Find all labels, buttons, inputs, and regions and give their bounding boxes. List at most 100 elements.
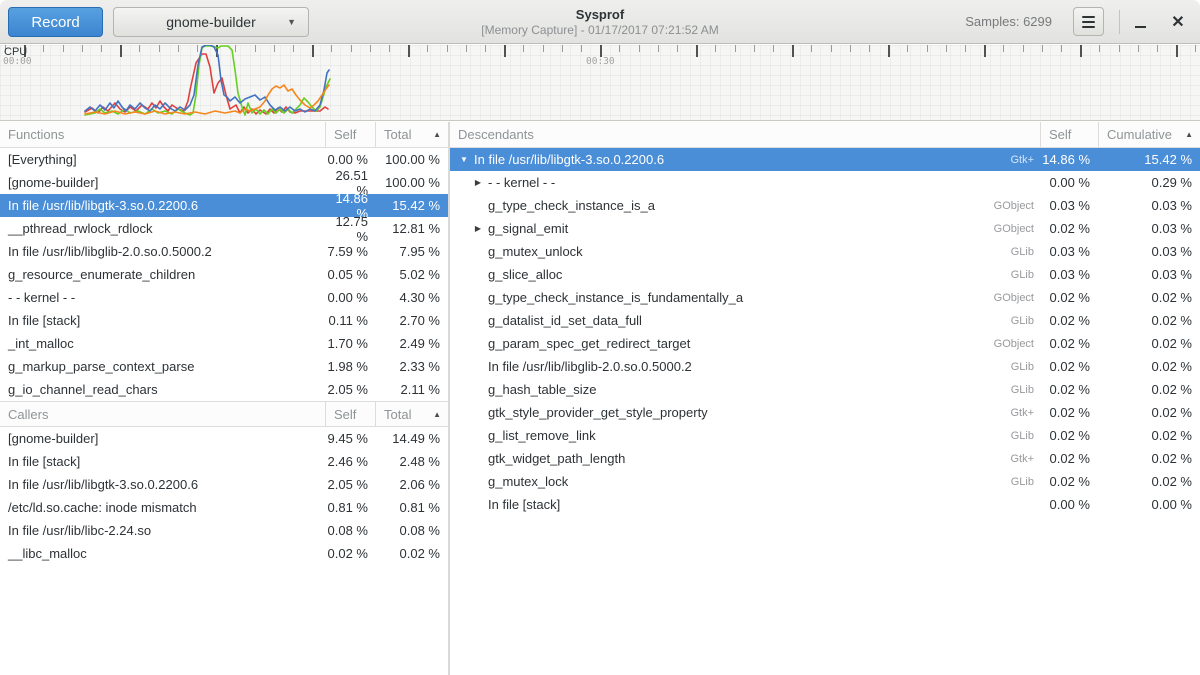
table-row[interactable]: In file /usr/lib/libc-2.24.so0.08 %0.08 … [0, 519, 448, 542]
table-row[interactable]: In file [stack]0.11 %2.70 % [0, 309, 448, 332]
tree-row[interactable]: g_list_remove_linkGLib0.02 %0.02 % [450, 424, 1200, 447]
tree-cell: g_list_remove_linkGLib [450, 428, 1040, 443]
callers-self-column-header[interactable]: Self [325, 401, 375, 427]
table-row[interactable]: __libc_malloc0.02 %0.02 % [0, 542, 448, 565]
tree-row[interactable]: g_hash_table_sizeGLib0.02 %0.02 % [450, 378, 1200, 401]
tree-row[interactable]: g_param_spec_get_redirect_targetGObject0… [450, 332, 1200, 355]
total-percent: 15.42 % [375, 198, 448, 213]
library-badge: GObject [994, 200, 1040, 212]
cumulative-percent: 0.02 % [1098, 451, 1200, 466]
library-badge: GObject [994, 292, 1040, 304]
cumulative-percent: 0.03 % [1098, 221, 1200, 236]
library-badge: GLib [1011, 361, 1040, 373]
descendant-name: g_slice_alloc [488, 267, 562, 282]
tree-row[interactable]: g_mutex_lockGLib0.02 %0.02 % [450, 470, 1200, 493]
tree-row[interactable]: g_type_check_instance_is_aGObject0.03 %0… [450, 194, 1200, 217]
table-row[interactable]: In file /usr/lib/libgtk-3.so.0.2200.614.… [0, 194, 448, 217]
table-row[interactable]: In file /usr/lib/libgtk-3.so.0.2200.62.0… [0, 473, 448, 496]
tree-row[interactable]: g_datalist_id_set_data_fullGLib0.02 %0.0… [450, 309, 1200, 332]
process-selector-dropdown[interactable]: gnome-builder ▼ [113, 7, 309, 37]
tree-cell: ▶g_signal_emitGObject [450, 221, 1040, 236]
tree-row[interactable]: In file [stack]0.00 %0.00 % [450, 493, 1200, 516]
minimize-icon [1135, 26, 1146, 28]
table-row[interactable]: - - kernel - -0.00 %4.30 % [0, 286, 448, 309]
descendants-cumulative-column-header[interactable]: Cumulative ▲ [1098, 122, 1200, 148]
tree-row[interactable]: gtk_widget_path_lengthGtk+0.02 %0.02 % [450, 447, 1200, 470]
tree-cell: In file [stack] [450, 497, 1040, 512]
tree-row[interactable]: g_type_check_instance_is_fundamentally_a… [450, 286, 1200, 309]
cumulative-percent: 0.00 % [1098, 497, 1200, 512]
table-row[interactable]: g_io_channel_read_chars2.05 %2.11 % [0, 378, 448, 401]
library-badge: GObject [994, 223, 1040, 235]
self-percent: 9.45 % [325, 431, 375, 446]
descendant-name: - - kernel - - [488, 175, 555, 190]
window-title-block: Sysprof [Memory Capture] - 01/17/2017 07… [400, 6, 800, 38]
tree-cell: g_hash_table_sizeGLib [450, 382, 1040, 397]
self-percent: 0.00 % [1040, 175, 1098, 190]
expander-open-icon[interactable]: ▼ [458, 155, 470, 164]
self-percent: 0.00 % [325, 290, 375, 305]
tree-cell: g_mutex_lockGLib [450, 474, 1040, 489]
table-row[interactable]: g_markup_parse_context_parse1.98 %2.33 % [0, 355, 448, 378]
total-percent: 0.08 % [375, 523, 448, 538]
self-percent: 2.05 % [325, 382, 375, 397]
functions-total-column-header[interactable]: Total ▲ [375, 122, 448, 148]
self-percent: 0.02 % [1040, 290, 1098, 305]
tree-row[interactable]: ▶g_signal_emitGObject0.02 %0.03 % [450, 217, 1200, 240]
tree-row[interactable]: In file /usr/lib/libglib-2.0.so.0.5000.2… [450, 355, 1200, 378]
table-row[interactable]: [gnome-builder]26.51 %100.00 % [0, 171, 448, 194]
tree-cell: g_datalist_id_set_data_fullGLib [450, 313, 1040, 328]
function-name: _int_malloc [0, 336, 325, 351]
table-row[interactable]: _int_malloc1.70 %2.49 % [0, 332, 448, 355]
total-header-label: Total [384, 127, 411, 142]
function-name: /etc/ld.so.cache: inode mismatch [0, 500, 325, 515]
tree-row[interactable]: gtk_style_provider_get_style_propertyGtk… [450, 401, 1200, 424]
expander-closed-icon[interactable]: ▶ [472, 178, 484, 187]
function-name: g_markup_parse_context_parse [0, 359, 325, 374]
record-button[interactable]: Record [8, 7, 103, 37]
table-row[interactable]: In file [stack]2.46 %2.48 % [0, 450, 448, 473]
expander-closed-icon[interactable]: ▶ [472, 224, 484, 233]
self-percent: 0.81 % [325, 500, 375, 515]
functions-self-column-header[interactable]: Self [325, 122, 375, 148]
minimize-button[interactable] [1128, 10, 1152, 34]
tree-cell: gtk_widget_path_lengthGtk+ [450, 451, 1040, 466]
library-badge: GLib [1011, 384, 1040, 396]
functions-column-header[interactable]: Functions [0, 127, 325, 142]
descendants-column-header[interactable]: Descendants [450, 127, 1040, 142]
table-row[interactable]: /etc/ld.so.cache: inode mismatch0.81 %0.… [0, 496, 448, 519]
table-row[interactable]: [gnome-builder]9.45 %14.49 % [0, 427, 448, 450]
tree-row[interactable]: ▶- - kernel - -0.00 %0.29 % [450, 171, 1200, 194]
callers-column-header[interactable]: Callers [0, 407, 325, 422]
self-percent: 0.02 % [1040, 336, 1098, 351]
total-percent: 100.00 % [375, 152, 448, 167]
library-badge: Gtk+ [1010, 453, 1040, 465]
total-percent: 2.49 % [375, 336, 448, 351]
callers-total-column-header[interactable]: Total ▲ [375, 401, 448, 427]
functions-table-header: Functions Self Total ▲ [0, 122, 448, 148]
function-name: In file /usr/lib/libgtk-3.so.0.2200.6 [0, 477, 325, 492]
descendant-name: In file [stack] [488, 497, 560, 512]
close-button[interactable]: ✕ [1166, 10, 1190, 34]
table-row[interactable]: g_resource_enumerate_children0.05 %5.02 … [0, 263, 448, 286]
library-badge: GLib [1011, 315, 1040, 327]
descendant-name: In file /usr/lib/libgtk-3.so.0.2200.6 [474, 152, 664, 167]
total-percent: 2.70 % [375, 313, 448, 328]
table-row[interactable]: [Everything]0.00 %100.00 % [0, 148, 448, 171]
self-percent: 0.00 % [325, 152, 375, 167]
tree-cell: g_type_check_instance_is_aGObject [450, 198, 1040, 213]
right-pane: Descendants Self Cumulative ▲ ▼ In file /… [450, 122, 1200, 675]
menu-button[interactable] [1073, 7, 1104, 36]
table-row[interactable]: In file /usr/lib/libglib-2.0.so.0.5000.2… [0, 240, 448, 263]
tree-row[interactable]: g_mutex_unlockGLib0.03 %0.03 % [450, 240, 1200, 263]
function-name: - - kernel - - [0, 290, 325, 305]
descendant-name: In file /usr/lib/libglib-2.0.so.0.5000.2 [488, 359, 692, 374]
table-row[interactable]: __pthread_rwlock_rdlock12.75 %12.81 % [0, 217, 448, 240]
tree-row[interactable]: g_slice_allocGLib0.03 %0.03 % [450, 263, 1200, 286]
descendants-self-column-header[interactable]: Self [1040, 122, 1098, 148]
cpu-usage-graph[interactable]: CPU 00:00 00:30 [0, 45, 1200, 121]
tree-row[interactable]: ▼In file /usr/lib/libgtk-3.so.0.2200.6Gt… [450, 148, 1200, 171]
cumulative-percent: 0.02 % [1098, 428, 1200, 443]
total-percent: 14.49 % [375, 431, 448, 446]
self-percent: 12.75 % [325, 214, 375, 244]
